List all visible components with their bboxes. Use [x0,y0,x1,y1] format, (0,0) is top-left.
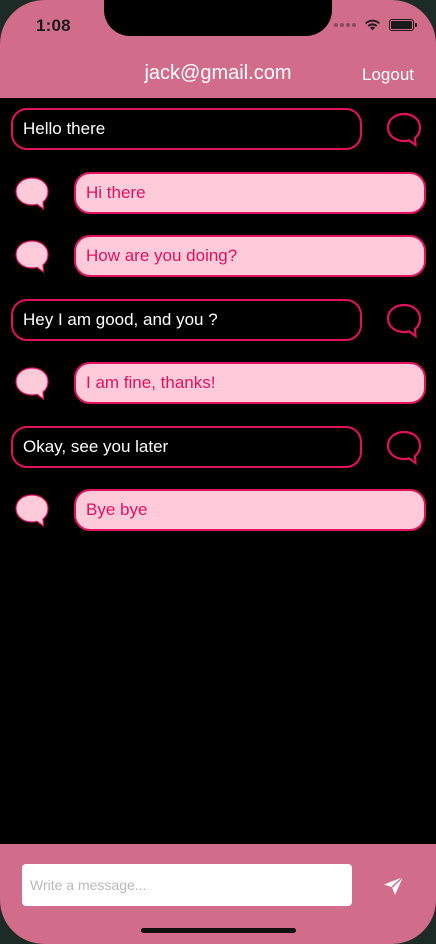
notch [104,0,332,36]
message-row: Bye bye [0,489,436,533]
chat-bubble-outline-icon [386,430,422,465]
received-message-bubble: How are you doing? [74,235,426,277]
send-icon[interactable] [382,874,406,898]
message-row: How are you doing? [0,235,436,279]
sent-message-bubble: Hey I am good, and you ? [11,298,362,341]
sent-message-bubble: Okay, see you later [11,425,362,468]
chat-bubble-filled-icon [15,494,49,528]
chat-bubble-filled-icon [15,367,49,401]
wifi-icon [365,19,380,31]
home-indicator [141,928,296,933]
chat-bubble-outline-icon [386,303,422,338]
message-row: Hello there [0,108,436,152]
composer-bar [0,844,436,944]
nav-bar: 1:08 jack@gmail.com Logout [0,0,436,98]
logout-button[interactable]: Logout [362,65,414,85]
chat-bubble-filled-icon [15,240,49,274]
sent-message-bubble: Hello there [11,108,362,150]
received-message-bubble: Hi there [74,171,426,214]
battery-icon [389,18,417,31]
received-message-bubble: I am fine, thanks! [74,362,426,404]
signal-icon [334,22,356,27]
message-list: Hello there Hi there How are you doing? Hey… [0,98,436,844]
message-row: I am fine, thanks! [0,362,436,406]
status-time: 1:08 [36,16,71,35]
message-row: Okay, see you later [0,425,436,470]
message-row: Hi there [0,171,436,216]
received-message-bubble: Bye bye [74,489,426,531]
message-input[interactable] [22,864,352,906]
status-icons [334,18,417,31]
phone-screen: 1:08 jack@gmail.com Logout Hello there Hi… [0,0,436,944]
message-row: Hey I am good, and you ? [0,298,436,343]
chat-bubble-filled-icon [15,176,49,210]
chat-bubble-outline-icon [386,112,422,148]
